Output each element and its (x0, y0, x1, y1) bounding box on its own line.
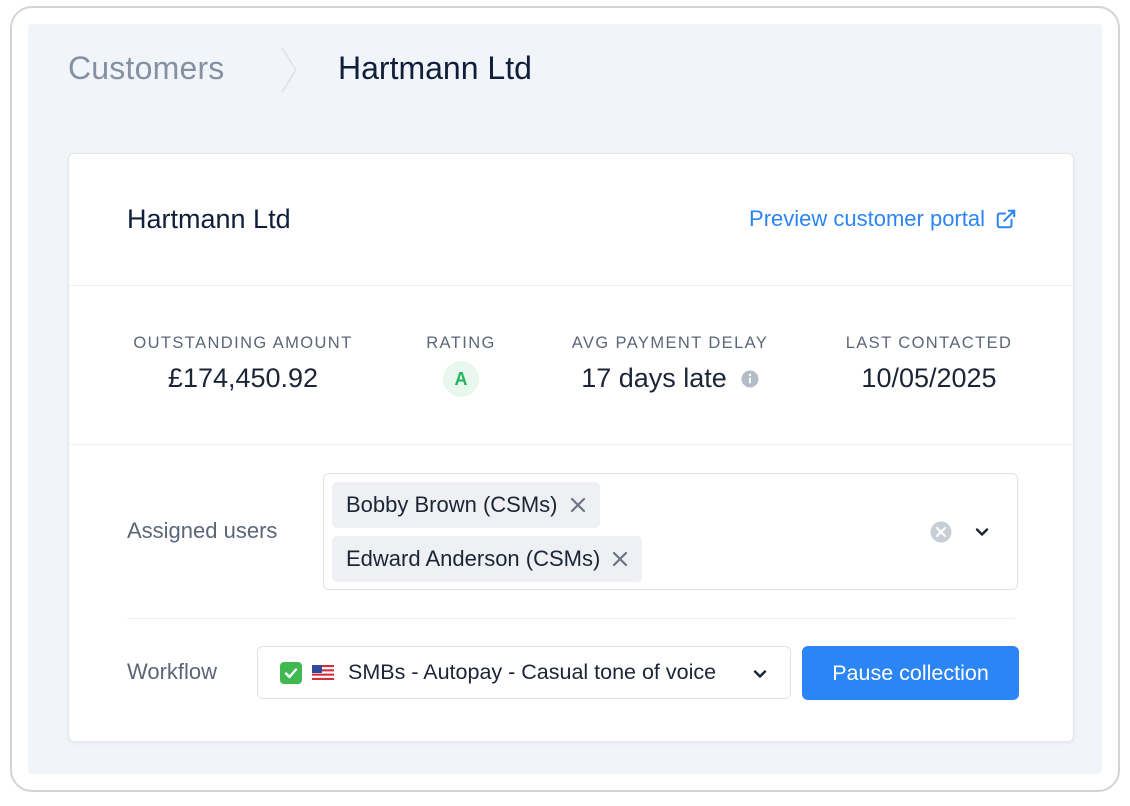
workflow-select[interactable]: SMBs - Autopay - Casual tone of voice (257, 646, 791, 699)
user-chip: Bobby Brown (CSMs) (332, 482, 600, 528)
user-chip-label: Edward Anderson (CSMs) (346, 546, 601, 571)
stat-label: OUTSTANDING AMOUNT (133, 334, 353, 352)
preview-portal-link[interactable]: Preview customer portal (749, 206, 1017, 232)
customer-card: Hartmann Ltd Preview customer portal OUT… (68, 153, 1074, 742)
stat-label: LAST CONTACTED (845, 334, 1013, 352)
rating-badge: A (443, 361, 479, 397)
breadcrumb: Customers Hartmann Ltd (68, 46, 532, 93)
stat-avg-payment-delay: AVG PAYMENT DELAY 17 days late (565, 334, 775, 394)
chevron-down-icon[interactable] (974, 524, 990, 540)
stat-rating: RATING A (411, 334, 511, 397)
workflow-label: Workflow (127, 659, 218, 684)
close-icon[interactable] (612, 551, 628, 567)
clear-icon[interactable] (930, 521, 952, 543)
pause-collection-button[interactable]: Pause collection (802, 646, 1019, 700)
stat-outstanding-amount: OUTSTANDING AMOUNT £174,450.92 (127, 334, 359, 394)
stat-last-contacted: LAST CONTACTED 10/05/2025 (839, 334, 1019, 394)
breadcrumb-current: Hartmann Ltd (338, 49, 532, 86)
close-icon[interactable] (570, 497, 586, 513)
delay-value: 17 days late (581, 363, 727, 393)
check-mark-emoji (280, 661, 302, 684)
preview-portal-label: Preview customer portal (749, 206, 985, 231)
user-chip-label: Bobby Brown (CSMs) (346, 492, 558, 517)
chevron-down-icon (753, 670, 767, 678)
divider (127, 618, 1015, 619)
chevron-right-icon (281, 47, 297, 93)
user-chip: Edward Anderson (CSMs) (332, 536, 643, 582)
assigned-users-label: Assigned users (127, 518, 278, 543)
stat-label: AVG PAYMENT DELAY (571, 334, 769, 352)
divider (69, 444, 1073, 445)
assigned-users-select[interactable]: Bobby Brown (CSMs) Edward Anderson (CSMs… (323, 473, 1018, 590)
divider (69, 285, 1073, 286)
us-flag-emoji (312, 665, 334, 680)
external-link-icon (996, 209, 1016, 229)
stat-value: 10/05/2025 (861, 363, 997, 393)
stat-value: 17 days late (565, 363, 775, 394)
stat-value: £174,450.92 (167, 363, 319, 393)
customer-name: Hartmann Ltd (127, 204, 291, 234)
info-icon[interactable] (741, 370, 759, 388)
workflow-selected-value: SMBs - Autopay - Casual tone of voice (348, 660, 717, 684)
stat-label: RATING (426, 334, 496, 352)
breadcrumb-customers-link[interactable]: Customers (68, 50, 225, 87)
